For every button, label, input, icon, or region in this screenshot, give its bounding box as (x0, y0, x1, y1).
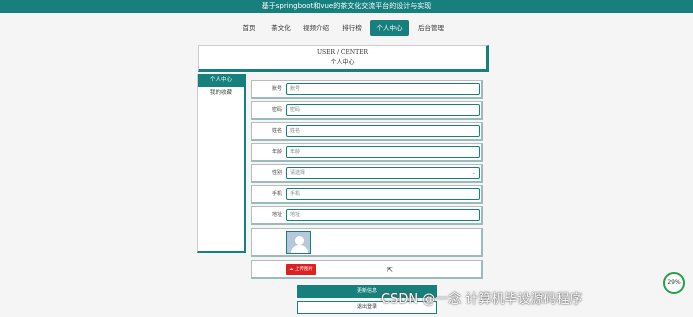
form-row-address: 地址 地址 (251, 206, 483, 225)
gender-label: 性别 (271, 170, 282, 176)
nav-item-tea-culture[interactable]: 茶文化 (268, 20, 294, 36)
avatar-row (251, 228, 483, 257)
phone-label: 手机 (271, 191, 282, 197)
chevron-down-icon: ⌄ (471, 170, 476, 176)
address-label: 地址 (271, 212, 282, 218)
gender-select[interactable]: 请选择 ⌄ (286, 167, 480, 179)
nav-item-user-center[interactable]: 个人中心 (370, 20, 409, 36)
account-label: 账号 (271, 86, 282, 92)
page-header: USER / CENTER 个人中心 (198, 45, 489, 72)
nav-item-video[interactable]: 视频介绍 (300, 20, 332, 36)
password-label: 密码 (271, 107, 282, 113)
upload-row: ☁ 上传图片 (251, 260, 483, 279)
address-input[interactable]: 地址 (286, 209, 480, 221)
age-input[interactable]: 年龄 (286, 146, 480, 158)
gender-select-value: 请选择 (290, 170, 306, 176)
age-label: 年龄 (271, 149, 282, 155)
sidebar: 个人中心 我的收藏 (197, 74, 246, 253)
window-title: 基于springboot和vue的茶文化交流平台的设计与实现 (0, 0, 693, 13)
password-input[interactable]: 密码 (286, 104, 480, 116)
sidebar-item-favorites[interactable]: 我的收藏 (198, 87, 244, 100)
form-row-password: 密码 密码 (251, 101, 483, 120)
watermark: CSDN @一念 计算机毕设源码程序 (381, 292, 583, 307)
form-row-gender: 性别 请选择 ⌄ (251, 164, 483, 183)
nav-item-admin[interactable]: 后台管理 (414, 20, 448, 36)
upload-icon: ☁ (289, 267, 294, 272)
nav-item-home[interactable]: 首页 (238, 20, 260, 36)
form-row-name: 姓名 姓名 (251, 122, 483, 141)
phone-input[interactable]: 手机 (286, 188, 480, 200)
form-row-phone: 手机 手机 (251, 185, 483, 204)
account-input[interactable]: 账号 (286, 83, 480, 95)
form-row-age: 年龄 年龄 (251, 143, 483, 162)
name-input[interactable]: 姓名 (286, 125, 480, 137)
sidebar-item-user-center[interactable]: 个人中心 (198, 74, 244, 87)
top-nav: 首页 茶文化 视频介绍 排行榜 个人中心 后台管理 (0, 13, 693, 43)
avatar (286, 231, 311, 254)
nav-item-ranking[interactable]: 排行榜 (338, 20, 366, 36)
progress-gauge: 29% (663, 272, 685, 294)
upload-button-label: 上传图片 (294, 267, 313, 272)
page-title-en: USER / CENTER (316, 49, 369, 56)
name-label: 姓名 (271, 128, 282, 134)
page-title: 个人中心 (330, 59, 355, 66)
form-row-account: 账号 账号 (251, 80, 483, 99)
mouse-cursor-icon: ⇱ (387, 266, 393, 274)
upload-image-button[interactable]: ☁ 上传图片 (286, 264, 316, 275)
